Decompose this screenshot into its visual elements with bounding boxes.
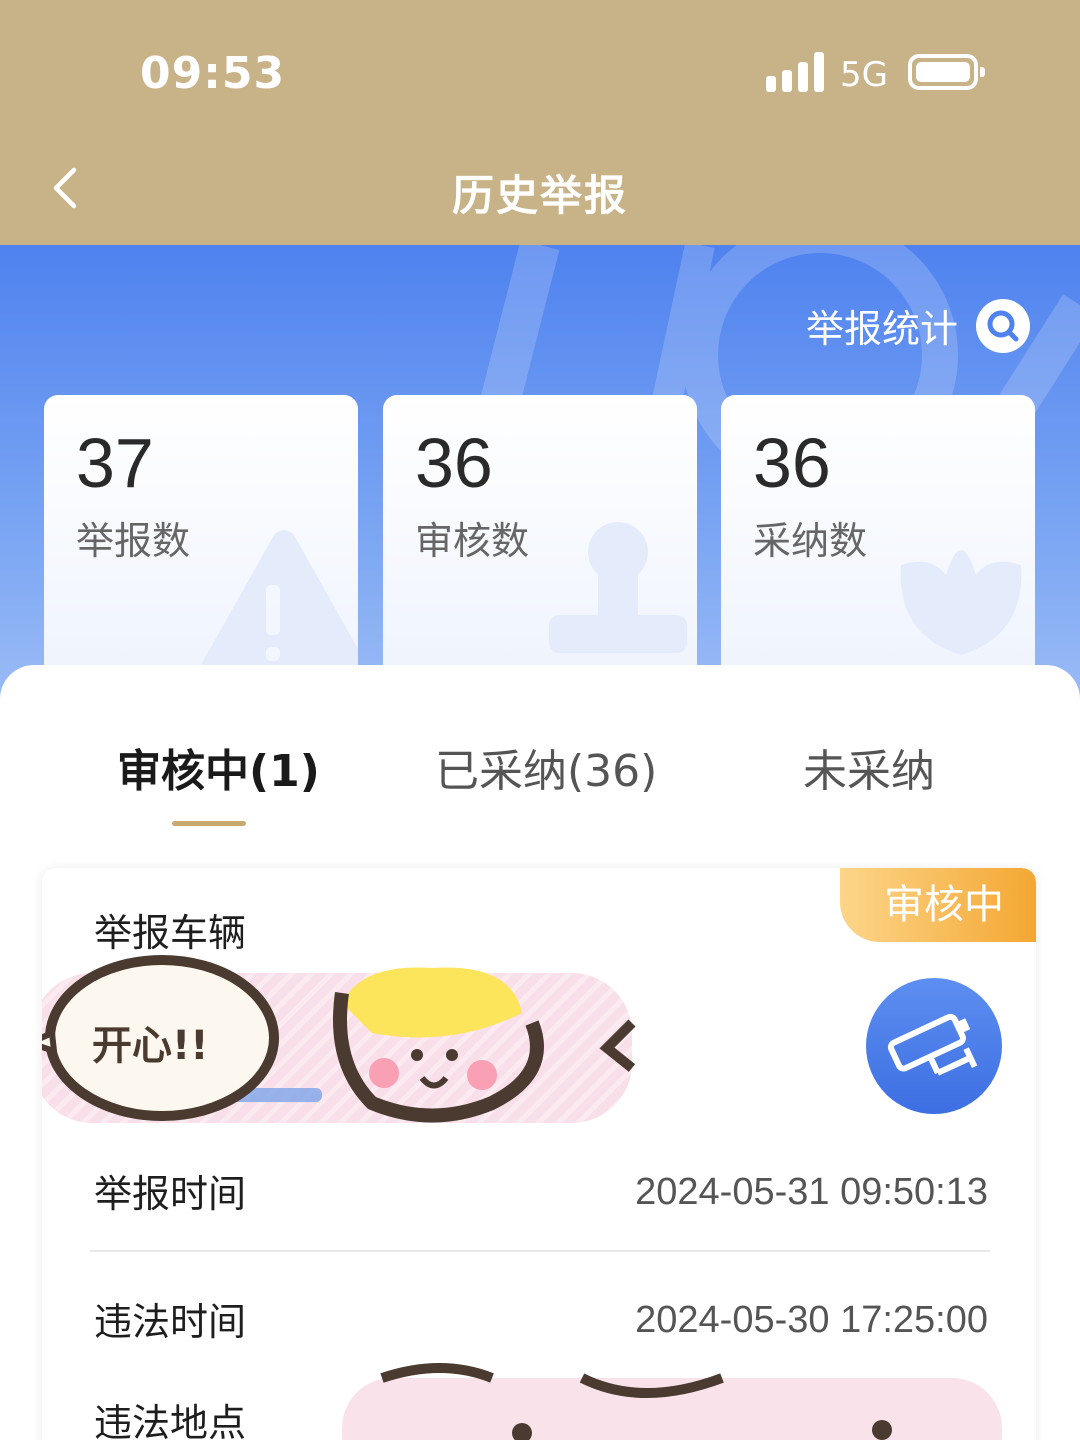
sticker-text: 开心!! <box>92 1023 209 1069</box>
active-tab-indicator <box>172 821 246 826</box>
page-title: 历史举报 <box>451 171 628 220</box>
tab-under-review[interactable]: 审核中(1) <box>117 735 320 799</box>
search-icon <box>976 298 1030 353</box>
stat-label: 审核数 <box>415 519 530 563</box>
battery-icon <box>908 54 985 90</box>
violation-time-value: 2024-05-30 17:25:00 <box>635 1299 988 1341</box>
violation-time-label: 违法时间 <box>94 1300 247 1344</box>
network-type: 5G <box>840 55 888 95</box>
vehicle-label: 举报车辆 <box>94 911 247 955</box>
stat-value: 37 <box>76 424 154 502</box>
violation-place-label: 违法地点 <box>94 1401 247 1440</box>
tab-adopted[interactable]: 已采纳(36) <box>435 735 657 799</box>
status-time: 09:53 <box>140 48 286 99</box>
stat-value: 36 <box>753 424 831 502</box>
stat-value: 36 <box>415 424 493 502</box>
report-item-card[interactable]: 审核中 举报车辆 开心!! 举报时间 2024-05-31 09:50:13 违… <box>42 868 1036 1440</box>
stat-card-reports[interactable]: 37 举报数 <box>44 395 358 695</box>
report-statistics-link[interactable]: 举报统计 <box>806 298 1030 353</box>
sticker-overlay-bottom <box>342 1363 1002 1440</box>
tab-not-adopted[interactable]: 未采纳 <box>803 735 935 799</box>
stat-card-reviewed[interactable]: 36 审核数 <box>383 395 697 695</box>
report-statistics-label: 举报统计 <box>805 307 958 351</box>
camera-icon[interactable] <box>866 978 1002 1114</box>
stat-card-adopted[interactable]: 36 采纳数 <box>721 395 1035 695</box>
report-time-value: 2024-05-31 09:50:13 <box>635 1171 988 1213</box>
flower-icon <box>900 550 1022 655</box>
stat-label: 采纳数 <box>753 519 868 563</box>
stat-label: 举报数 <box>76 519 191 563</box>
app-header: 09:53 5G 历史举报 <box>0 0 1080 245</box>
status-badge: 审核中 <box>840 868 1036 942</box>
signal-icon <box>766 52 824 92</box>
report-time-label: 举报时间 <box>94 1172 247 1216</box>
stamp-icon <box>549 522 687 653</box>
divider <box>90 1250 990 1252</box>
